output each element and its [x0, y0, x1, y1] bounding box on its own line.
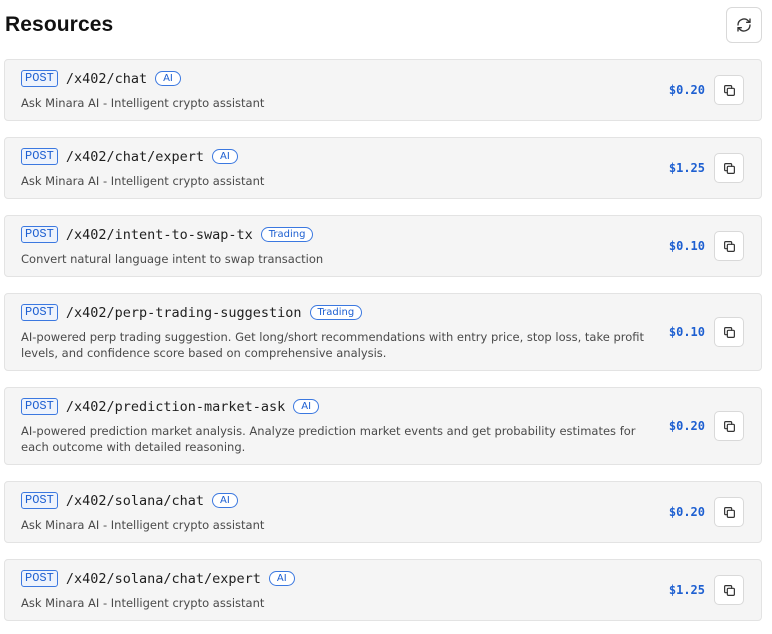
copy-icon — [723, 506, 736, 519]
category-tag: AI — [268, 571, 295, 586]
endpoint-path: /x402/chat/expert — [65, 148, 204, 165]
resource-card[interactable]: POST /x402/solana/chat/expert AI Ask Min… — [4, 559, 762, 621]
endpoint-description: AI-powered perp trading suggestion. Get … — [21, 330, 645, 360]
category-tag: Trading — [309, 305, 363, 320]
method-badge: POST — [21, 148, 58, 165]
refresh-icon — [736, 17, 752, 33]
page-header: Resources — [0, 0, 772, 52]
page-title: Resources — [5, 13, 114, 36]
copy-icon — [723, 584, 736, 597]
resource-card[interactable]: POST /x402/prediction-market-ask AI AI-p… — [4, 387, 762, 465]
endpoint-path: /x402/solana/chat — [65, 492, 204, 509]
price-label: $0.20 — [668, 419, 705, 433]
resource-card[interactable]: POST /x402/perp-trading-suggestion Tradi… — [4, 293, 762, 371]
method-badge: POST — [21, 226, 58, 243]
price-label: $0.10 — [668, 239, 705, 253]
method-badge: POST — [21, 70, 58, 87]
price-label: $0.20 — [668, 83, 705, 97]
endpoint-description: Ask Minara AI - Intelligent crypto assis… — [21, 518, 265, 532]
endpoint-path: /x402/perp-trading-suggestion — [65, 304, 302, 321]
endpoint-description: AI-powered prediction market analysis. A… — [21, 424, 636, 454]
copy-button[interactable] — [714, 317, 744, 347]
category-tag: AI — [155, 71, 181, 86]
price-label: $1.25 — [668, 583, 705, 597]
endpoint-description: Ask Minara AI - Intelligent crypto assis… — [21, 596, 265, 610]
copy-button[interactable] — [714, 231, 744, 261]
endpoint-path: /x402/solana/chat/expert — [65, 570, 261, 587]
copy-button[interactable] — [714, 153, 744, 183]
endpoint-description: Ask Minara AI - Intelligent crypto assis… — [21, 96, 265, 110]
copy-button[interactable] — [714, 497, 744, 527]
price-label: $0.10 — [668, 325, 705, 339]
copy-icon — [723, 420, 736, 433]
resource-card[interactable]: POST /x402/chat AI Ask Minara AI - Intel… — [4, 59, 762, 121]
resource-card[interactable]: POST /x402/chat/expert AI Ask Minara AI … — [4, 137, 762, 199]
endpoint-path: /x402/intent-to-swap-tx — [65, 226, 253, 243]
endpoint-path: /x402/chat — [65, 70, 148, 87]
price-label: $1.25 — [668, 161, 705, 175]
copy-icon — [723, 84, 736, 97]
category-tag: AI — [211, 149, 238, 164]
copy-icon — [723, 162, 736, 175]
resource-card[interactable]: POST /x402/solana/chat AI Ask Minara AI … — [4, 481, 762, 543]
method-badge: POST — [21, 304, 58, 321]
copy-icon — [723, 326, 736, 339]
resource-card[interactable]: POST /x402/intent-to-swap-tx Trading Con… — [4, 215, 762, 277]
copy-button[interactable] — [714, 411, 744, 441]
endpoint-description: Ask Minara AI - Intelligent crypto assis… — [21, 174, 265, 188]
category-tag: AI — [211, 493, 238, 508]
copy-button[interactable] — [714, 575, 744, 605]
category-tag: Trading — [260, 227, 314, 242]
copy-icon — [723, 240, 736, 253]
refresh-button[interactable] — [726, 7, 762, 43]
copy-button[interactable] — [714, 75, 744, 105]
method-badge: POST — [21, 570, 58, 587]
method-badge: POST — [21, 492, 58, 509]
category-tag: AI — [293, 399, 320, 414]
endpoint-path: /x402/prediction-market-ask — [65, 398, 286, 415]
resource-list: POST /x402/chat AI Ask Minara AI - Intel… — [4, 59, 762, 634]
price-label: $0.20 — [668, 505, 705, 519]
endpoint-description: Convert natural language intent to swap … — [21, 252, 324, 266]
method-badge: POST — [21, 398, 58, 415]
